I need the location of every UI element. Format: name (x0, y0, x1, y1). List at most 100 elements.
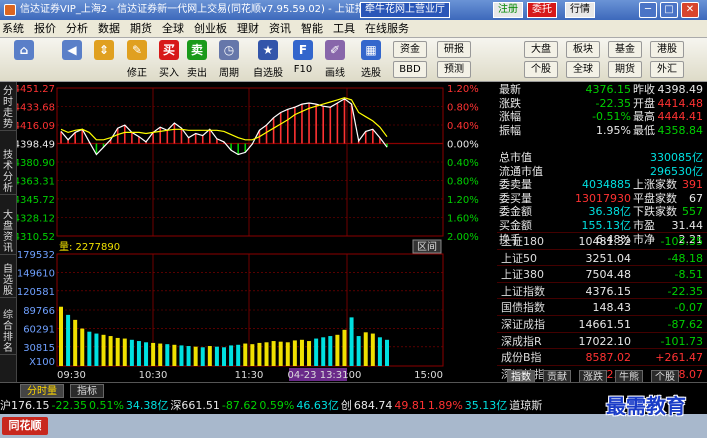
menu-item[interactable]: 智能 (299, 20, 331, 38)
left-tab[interactable]: 分时走势 (0, 84, 16, 131)
menu-item[interactable]: 全球 (160, 20, 192, 38)
maximize-icon[interactable]: □ (660, 2, 678, 18)
menu-item[interactable]: 分析 (64, 20, 96, 38)
quick-button[interactable]: 大盘 (524, 41, 558, 58)
quick-button[interactable]: 外汇 (650, 61, 684, 78)
quick-button[interactable]: 基金 (608, 41, 642, 58)
volume-multiplier: X100 (29, 357, 55, 368)
market-button[interactable]: 行情 (565, 2, 595, 18)
index-row[interactable]: 上证380 7504.48 -8.51 (497, 265, 707, 282)
updown-arrows-icon: ⇕ (94, 40, 114, 60)
left-tab-label: 技术分析 (3, 150, 13, 194)
quick-button[interactable]: 个股 (524, 61, 558, 78)
updown-arrows-button[interactable]: ⇕ (92, 40, 116, 80)
pct-tick-label: 1.20% (447, 84, 479, 95)
bottom-tab[interactable]: 指标 (70, 384, 104, 398)
toolbar-button-label: 自选股 (253, 68, 283, 79)
pct-tick-label: 0.80% (447, 102, 479, 113)
quick-button[interactable]: 板块 (566, 41, 600, 58)
left-tab-label: 大盘资讯 (3, 210, 13, 254)
price-tick-label: 4345.72 (17, 195, 55, 206)
back-button[interactable]: ◀ (60, 40, 84, 80)
toolbar-button-label: 修正 (127, 68, 147, 79)
menu-item[interactable]: 期货 (128, 20, 160, 38)
index-row[interactable]: 国债指数 148.43 -0.07 (497, 298, 707, 315)
index-price: 14661.51 (578, 318, 632, 331)
delegate-button[interactable]: 委托 (527, 2, 557, 18)
index-price: 8587.02 (585, 351, 632, 365)
quick-button[interactable]: BBD (393, 61, 427, 78)
draw-line-icon: ✐ (325, 40, 345, 60)
menu-item[interactable]: 理财 (235, 20, 267, 38)
draw-line-button[interactable]: ✐ 画线 (320, 40, 350, 80)
window-title: 信达证券VIP_上海2 - 信达证券新一代网上交易(同花顺v7.95.59.02… (20, 4, 375, 15)
watermark: 最需教育 (606, 394, 686, 418)
home-button[interactable]: ⌂ (4, 40, 44, 80)
close-icon[interactable]: ✕ (681, 2, 699, 18)
time-tick-label: 15:00 (414, 370, 443, 381)
online-hall-button[interactable]: 牵牛花网上营业厅 (360, 2, 450, 18)
left-tab[interactable]: 自选股 (0, 262, 16, 298)
stock-filter-button[interactable]: ▦ 选股 (356, 40, 386, 80)
quick-button[interactable]: 资金 (393, 41, 427, 58)
menu-item[interactable]: 在线服务 (363, 20, 417, 38)
register-button[interactable]: 注册 (493, 2, 523, 18)
modify-button[interactable]: ✎ 修正 (122, 40, 152, 80)
menu-item[interactable]: 系统 (0, 20, 32, 38)
left-tab[interactable]: 技术分析 (0, 148, 16, 195)
ticker-item: 0.51% (88, 399, 124, 412)
minimize-icon[interactable]: ─ (639, 2, 657, 18)
buy-icon: 买 (159, 40, 179, 60)
left-tab-label: 分时走势 (3, 86, 13, 130)
menu-item[interactable]: 报价 (32, 20, 64, 38)
index-row[interactable]: 上证50 3251.04 -48.18 (497, 248, 707, 266)
toolbar-button-label: 画线 (325, 68, 345, 79)
index-price: 17022.10 (578, 334, 632, 348)
home-icon: ⌂ (14, 40, 34, 60)
intraday-chart[interactable]: 4451.27 1.20% 4433.68 0.80% 4416.09 0.40% 4398… (17, 82, 496, 382)
quick-button[interactable]: 研报 (437, 41, 471, 58)
f10-button[interactable]: F F10 (290, 40, 316, 80)
clock-button[interactable]: ◷ 周期 (214, 40, 244, 80)
quick-button[interactable]: 期货 (608, 61, 642, 78)
price-tick-label: 4363.31 (17, 176, 55, 187)
favorites-button[interactable]: ★ 自选股 (250, 40, 286, 80)
index-row[interactable]: 深成指R 17022.10 -101.73 (497, 331, 707, 349)
index-name: 上证380 (501, 268, 544, 282)
index-name: 深证成指 (501, 318, 545, 331)
index-row[interactable]: 成份B指 8587.02 +261.47 (497, 348, 707, 365)
left-tab[interactable]: 综合排名 (0, 308, 16, 355)
sell-button[interactable]: 卖卖出 (184, 40, 210, 80)
pct-tick-label: 0.00% (447, 139, 479, 150)
index-row[interactable]: 上证180 10481.32 -105.35 (497, 232, 707, 249)
index-row[interactable]: 深证成指 14661.51 -87.62 (497, 315, 707, 332)
app-icon (4, 4, 16, 16)
pct-tick-label: 2.00% (447, 232, 479, 243)
quote-panel: 最新 4376.15 昨收 4398.49 涨跌 -22.35 开盘 4414.48 涨幅 -0.… (497, 82, 707, 384)
left-tab-label: 综合排名 (3, 310, 13, 354)
toolbar-button-label: 卖出 (187, 68, 207, 79)
left-tab[interactable]: 大盘资讯 (0, 208, 16, 255)
toolbar: ⌂ ◀ ⇕ ✎ 修正买买入卖卖出 ◷ 周期 ★ 自选股 F F10 ✐ 画线 ▦ 选股 资金 研报 大盘 板块 基金港… (0, 38, 707, 82)
index-price: 4376.15 (585, 284, 632, 298)
menu-item[interactable]: 工具 (331, 20, 363, 38)
left-tabs: 分时走势技术分析大盘资讯自选股综合排名 (0, 82, 17, 382)
menu-item[interactable]: 资讯 (267, 20, 299, 38)
bottom-tab[interactable]: 分时量 (20, 384, 64, 398)
quick-button[interactable]: 港股 (650, 41, 684, 58)
quick-button[interactable]: 全球 (566, 61, 600, 78)
clock-icon: ◷ (219, 40, 239, 60)
index-name: 上证指数 (501, 284, 545, 298)
menu-item[interactable]: 数据 (96, 20, 128, 38)
index-price: 148.43 (592, 301, 632, 315)
volume-tick-label: 120581 (17, 287, 55, 298)
buy-button[interactable]: 买买入 (156, 40, 182, 80)
quick-button[interactable]: 预测 (437, 61, 471, 78)
index-row[interactable]: 上证指数 4376.15 -22.35 (497, 281, 707, 299)
cursor-time-label: 04-23 13:31 (287, 370, 348, 381)
menu-item[interactable]: 创业板 (192, 20, 235, 38)
time-tick-label: 10:30 (139, 370, 168, 381)
ticker-item: -87.62 (221, 399, 258, 412)
index-change: -48.18 (667, 251, 703, 265)
ticker-item: 684.74 (353, 399, 393, 412)
